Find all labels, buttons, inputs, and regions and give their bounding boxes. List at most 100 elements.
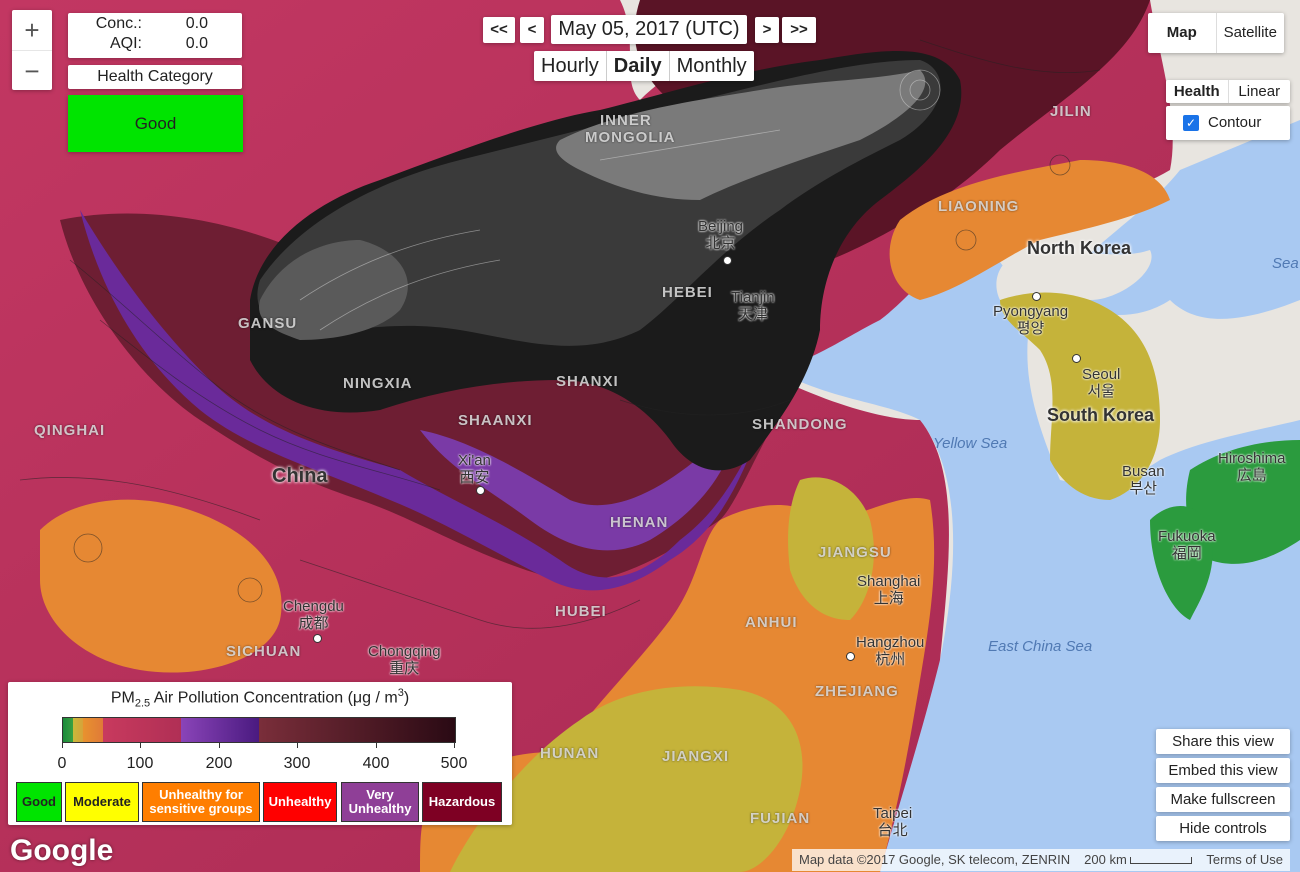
legend-category-good: Good (16, 782, 62, 822)
province-label-henan: HENAN (610, 514, 669, 531)
city-label-chongqing: Chongqing 重庆 (368, 643, 441, 677)
city-dot-xian (476, 486, 485, 495)
terms-link[interactable]: Terms of Use (1199, 849, 1290, 871)
zoom-control: + − (12, 10, 52, 90)
province-label-sichuan: SICHUAN (226, 643, 302, 660)
legend-tick (297, 742, 298, 748)
map-type-control: Map Satellite (1148, 13, 1284, 53)
legend-title: PM2.5 Air Pollution Concentration (μg / … (110, 687, 410, 710)
province-label-inner: INNER (600, 112, 652, 129)
city-label-pyongyang: Pyongyang 평양 (993, 303, 1069, 337)
sea-label-east-china-sea: East China Sea (988, 638, 1093, 655)
scale-linear-button[interactable]: Linear (1229, 80, 1291, 103)
contour-label: Contour (1208, 114, 1262, 131)
province-label-anhui: ANHUI (745, 614, 798, 631)
city-label-beijing: Beijing 北京 (698, 218, 744, 252)
period-monthly-button[interactable]: Monthly (670, 51, 754, 81)
period-selector: Hourly Daily Monthly (534, 51, 754, 81)
legend-tick (219, 742, 220, 748)
province-label-fujian: FUJIAN (750, 810, 811, 827)
sea-label-sea: Sea (1272, 255, 1299, 272)
legend-category-very-unhealthy: Very Unhealthy (341, 782, 419, 822)
country-label-china: China (272, 465, 328, 487)
city-label-hiroshima: Hiroshima 広島 (1218, 450, 1286, 484)
scale-type-control: Health Linear (1166, 80, 1290, 103)
city-label-taipei: Taipei 台北 (873, 805, 913, 839)
conc-label: Conc.: (95, 15, 142, 32)
legend-tick (454, 742, 455, 748)
city-label-tianjin: Tianjin 天津 (731, 289, 775, 323)
aqi-label: AQI: (109, 35, 142, 52)
legend-category-unhealthy: Unhealthy (263, 782, 337, 822)
legend-tick-label: 0 (57, 755, 67, 772)
embed-view-button[interactable]: Embed this view (1156, 758, 1290, 783)
sea-label-yellow-sea: Yellow Sea (933, 435, 1008, 452)
province-label-jiangxi: JIANGXI (662, 748, 730, 765)
date-display[interactable]: May 05, 2017 (UTC) (551, 15, 747, 44)
legend-category-moderate: Moderate (65, 782, 139, 822)
conc-value: 0.0 (185, 15, 208, 32)
zoom-out-button[interactable]: − (12, 51, 52, 91)
contour-toggle[interactable]: ✓ Contour (1166, 106, 1290, 140)
province-label-mongolia: MONGOLIA (585, 129, 676, 146)
legend-tick-label: 500 (440, 755, 468, 772)
scale-health-button[interactable]: Health (1166, 80, 1229, 103)
province-label-jilin: JILIN (1050, 103, 1092, 120)
legend-tick-label: 400 (362, 755, 390, 772)
zoom-in-button[interactable]: + (12, 10, 52, 51)
next-date-button[interactable]: > (755, 17, 779, 43)
legend-category-hazardous: Hazardous (422, 782, 502, 822)
city-label-hangzhou: Hangzhou 杭州 (856, 634, 925, 668)
fullscreen-button[interactable]: Make fullscreen (1156, 787, 1290, 812)
city-label-shanghai: Shanghai 上海 (857, 573, 921, 607)
province-label-hunan: HUNAN (540, 745, 600, 762)
city-label-seoul: Seoul 서울 (1082, 366, 1121, 400)
province-label-qinghai: QINGHAI (34, 422, 106, 439)
city-label-xian: Xi'an 西安 (458, 452, 491, 486)
city-dot-seoul (1072, 354, 1081, 363)
province-label-shandong: SHANDONG (752, 416, 848, 433)
health-category-value: Good (68, 95, 243, 152)
province-label-shaanxi: SHAANXI (458, 412, 533, 429)
scale-bar-line (1130, 857, 1193, 865)
contour-checkbox[interactable]: ✓ (1183, 115, 1199, 131)
legend-tick (62, 742, 63, 748)
province-label-hubei: HUBEI (555, 603, 607, 620)
scale-bar[interactable]: 200 km (1077, 849, 1199, 871)
city-dot-pyongyang (1032, 292, 1041, 301)
legend-tick (140, 742, 141, 748)
attribution-bar: Map data ©2017 Google, SK telecom, ZENRI… (792, 849, 1290, 871)
legend-tick-label: 100 (126, 755, 154, 772)
legend-color-bar (62, 717, 456, 743)
legend-panel: PM2.5 Air Pollution Concentration (μg / … (8, 682, 512, 825)
first-date-button[interactable]: << (483, 17, 515, 43)
hide-controls-button[interactable]: Hide controls (1156, 816, 1290, 841)
share-view-button[interactable]: Share this view (1156, 729, 1290, 754)
map-type-satellite-button[interactable]: Satellite (1217, 13, 1285, 53)
city-dot-beijing (723, 256, 732, 265)
period-daily-button[interactable]: Daily (607, 51, 670, 81)
value-readout: Conc.: 0.0 AQI: 0.0 (68, 13, 242, 58)
province-label-ningxia: NINGXIA (343, 375, 413, 392)
province-label-gansu: GANSU (238, 315, 298, 332)
legend-tick (376, 742, 377, 748)
period-hourly-button[interactable]: Hourly (534, 51, 607, 81)
city-dot-chengdu (313, 634, 322, 643)
map-type-map-button[interactable]: Map (1148, 13, 1217, 53)
last-date-button[interactable]: >> (782, 17, 816, 43)
country-label-south-korea: South Korea (1047, 405, 1155, 425)
province-label-shanxi: SHANXI (556, 373, 619, 390)
map-data-attribution[interactable]: Map data ©2017 Google, SK telecom, ZENRI… (792, 849, 1077, 871)
country-label-north-korea: North Korea (1027, 238, 1132, 258)
google-logo[interactable]: Google (10, 834, 113, 868)
prev-date-button[interactable]: < (520, 17, 544, 43)
province-label-zhejiang: ZHEJIANG (815, 683, 899, 700)
city-label-fukuoka: Fukuoka 福岡 (1158, 528, 1216, 562)
city-label-busan: Busan 부산 (1122, 463, 1165, 497)
city-dot-hangzhou (846, 652, 855, 661)
legend-category-usg: Unhealthy for sensitive groups (142, 782, 260, 822)
health-category-label: Health Category (68, 65, 242, 89)
city-label-chengdu: Chengdu 成都 (283, 598, 344, 632)
aqi-value: 0.0 (185, 35, 208, 52)
province-label-jiangsu: JIANGSU (818, 544, 892, 561)
